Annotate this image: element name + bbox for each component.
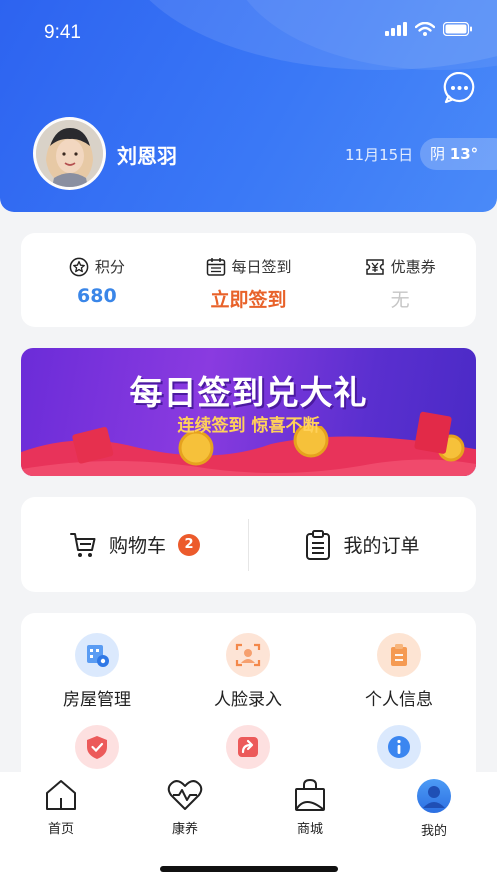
service-house-management[interactable]: 房屋管理 [27, 633, 167, 710]
service-security[interactable] [27, 725, 167, 769]
tab-health[interactable]: 康养 [145, 778, 225, 837]
date-label: 11月15日 [345, 146, 414, 164]
wifi-icon [415, 22, 435, 36]
my-orders-entry[interactable]: 我的订单 [249, 529, 476, 560]
checkin-label: 每日签到 [231, 258, 292, 276]
shopping-bag-icon [295, 778, 325, 811]
tab-label: 康养 [171, 822, 198, 837]
coupon-value: 无 [390, 289, 410, 311]
profile-header: 9:41 刘恩羽 11月15日 阴 13° [0, 0, 497, 212]
coupon-stat[interactable]: 优惠券 无 [324, 233, 476, 327]
service-label: 个人信息 [365, 690, 433, 710]
tab-mall[interactable]: 商城 [270, 778, 350, 837]
share-icon [226, 725, 270, 769]
orders-card: 购物车 2 我的订单 [21, 497, 476, 592]
weather-pill: 阴 13° [420, 138, 497, 170]
tab-label: 首页 [47, 822, 74, 837]
cart-entry[interactable]: 购物车 2 [21, 531, 248, 559]
service-personal-info[interactable]: 个人信息 [329, 633, 469, 710]
username: 刘恩羽 [117, 144, 177, 168]
status-icons [385, 22, 473, 36]
home-icon [46, 780, 76, 810]
status-time: 9:41 [44, 22, 81, 43]
banner-title: 每日签到兑大礼 [129, 373, 368, 412]
chat-bubble-icon[interactable] [443, 72, 476, 105]
avatar[interactable] [33, 117, 106, 190]
cart-label: 购物车 [108, 535, 166, 557]
star-icon [69, 257, 89, 276]
battery-icon [443, 22, 472, 36]
points-value: 680 [77, 285, 117, 307]
avatar-photo [36, 120, 103, 187]
cart-icon [69, 532, 96, 557]
banner-subtitle: 连续签到 惊喜不断 [177, 416, 320, 436]
service-face-entry[interactable]: 人脸录入 [178, 633, 318, 710]
profile-icon [417, 779, 451, 813]
coupon-icon [365, 258, 384, 275]
calendar-icon [206, 257, 225, 276]
my-orders-label: 我的订单 [343, 535, 420, 557]
tab-label: 商城 [296, 822, 323, 837]
stats-card: 积分 680 每日签到 立即签到 优惠券 无 [21, 233, 476, 327]
shield-icon [75, 725, 119, 769]
temperature: 13° [449, 145, 479, 163]
info-icon [377, 725, 421, 769]
checkin-button[interactable]: 立即签到 [211, 285, 287, 312]
checkin-stat[interactable]: 每日签到 立即签到 [173, 233, 325, 327]
clipboard-icon [306, 529, 331, 560]
cart-count-badge: 2 [178, 533, 200, 556]
checkin-banner[interactable]: 每日签到兑大礼 连续签到 惊喜不断 [21, 348, 476, 476]
points-stat[interactable]: 积分 680 [21, 233, 173, 327]
house-settings-icon [75, 633, 119, 677]
signal-icon [385, 22, 407, 36]
service-label: 人脸录入 [214, 690, 282, 710]
service-info[interactable] [329, 725, 469, 769]
home-indicator [160, 866, 338, 872]
tab-profile[interactable]: 我的 [394, 778, 474, 839]
points-label: 积分 [94, 258, 125, 276]
tab-home[interactable]: 首页 [21, 778, 101, 837]
coupon-label: 优惠券 [390, 258, 436, 276]
id-card-icon [377, 633, 421, 677]
face-scan-icon [226, 633, 270, 677]
heart-pulse-icon [167, 780, 203, 810]
service-label: 房屋管理 [63, 690, 131, 710]
weather-condition: 阴 [430, 145, 446, 163]
tab-label: 我的 [420, 824, 447, 839]
service-share[interactable] [178, 725, 318, 769]
